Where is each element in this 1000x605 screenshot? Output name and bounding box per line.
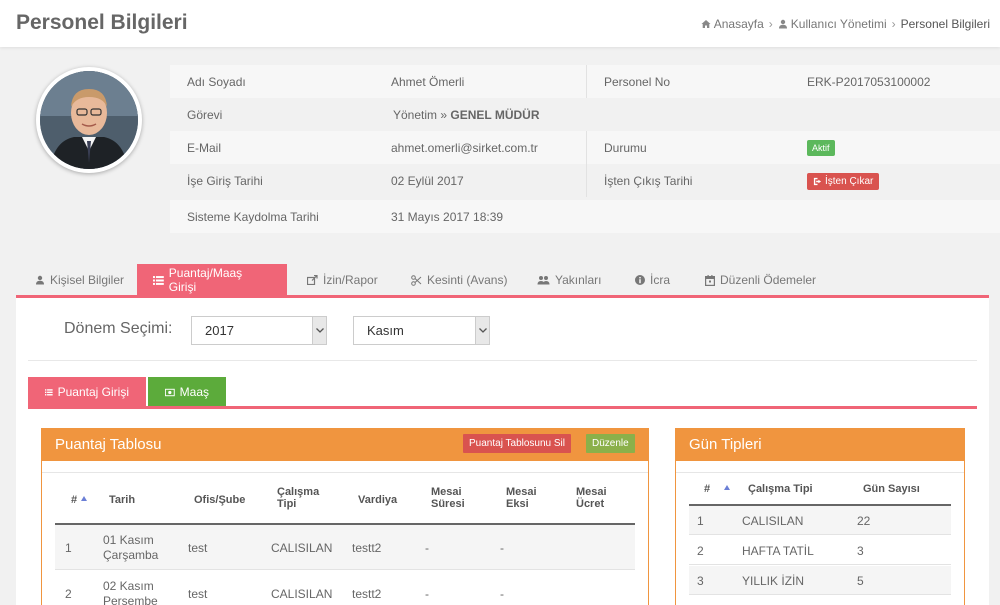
list-icon [153, 276, 164, 285]
tab-icra[interactable]: İcra [635, 264, 670, 296]
puantaj-panel-header: Puantaj Tablosu Puantaj Tablosunu Sil Dü… [42, 429, 648, 461]
personel-no-label: Personel No [604, 75, 671, 89]
kayit-label: Sisteme Kaydolma Tarihi [187, 210, 319, 224]
puantaj-panel: Puantaj Tablosu Puantaj Tablosunu Sil Dü… [41, 428, 649, 605]
info-row-gorev: Görevi Yönetim » GENEL MÜDÜR [170, 98, 1000, 131]
sort-asc-icon [81, 496, 88, 501]
personel-no-value: ERK-P2017053100002 [807, 75, 931, 89]
panel-spacer [42, 461, 648, 473]
tab-yakinlari[interactable]: Yakınları [537, 264, 601, 296]
sign-out-icon [813, 177, 822, 186]
gun-tipleri-panel: Gün Tipleri # Çalışma Tipi Gün Sayısı 1 … [675, 428, 965, 605]
list-icon [45, 389, 53, 396]
col-header-mesai-eksi[interactable]: Mesai Eksi [506, 486, 546, 510]
table-row: 2 02 Kasım Perşembe test CALISILAN testt… [55, 571, 635, 605]
column-divider [586, 65, 587, 98]
tab-kesinti-avans[interactable]: Kesinti (Avans) [411, 264, 507, 296]
info-row-kayit: Sisteme Kaydolma Tarihi 31 Mayıs 2017 18… [170, 200, 1000, 233]
person-photo-icon [40, 71, 138, 169]
gun-tipleri-table: # Çalışma Tipi Gün Sayısı 1 CALISILAN 22… [689, 474, 951, 605]
chevron-down-icon [312, 317, 326, 344]
col-header-index[interactable]: # [71, 494, 88, 506]
subtabs-underline [28, 406, 977, 409]
page-header: Personel Bilgileri Anasayfa › Kullanıcı … [0, 0, 1000, 47]
info-icon [635, 275, 645, 285]
col-header-mesai-ucret[interactable]: Mesai Ücret [576, 486, 616, 510]
user-icon [778, 19, 787, 29]
email-value: ahmet.omerli@sirket.com.tr [391, 141, 538, 155]
breadcrumb-home[interactable]: Anasayfa [701, 17, 764, 31]
gorev-label: Görevi [187, 108, 223, 122]
name-label: Adı Soyadı [187, 75, 246, 89]
table-row: 1 01 Kasım Çarşamba test CALISILAN testt… [55, 525, 635, 570]
tab-puantaj-maas[interactable]: Puantaj/Maaş Girişi [137, 264, 287, 296]
puantaj-table: # Tarih Ofis/Şube Çalışma Tipi Vardiya M… [55, 474, 635, 605]
info-row-name: Adı Soyadı Ahmet Ömerli Personel No ERK-… [170, 65, 1000, 98]
delete-puantaj-button[interactable]: Puantaj Tablosunu Sil [463, 434, 571, 453]
kayit-value: 31 Mayıs 2017 18:39 [391, 210, 504, 224]
isten-cikar-button[interactable]: İşten Çıkar [807, 173, 880, 190]
avatar [36, 67, 142, 173]
year-select[interactable]: 2017 [191, 316, 327, 345]
user-icon [36, 275, 44, 285]
info-row-giris: İşe Giriş Tarihi 02 Eylül 2017 İşten Çık… [170, 164, 1000, 197]
cikis-label: İşten Çıkış Tarihi [604, 174, 693, 188]
breadcrumb-user-management[interactable]: Kullanıcı Yönetimi [778, 17, 887, 31]
col-header-tarih[interactable]: Tarih [109, 494, 135, 506]
tab-izin-rapor[interactable]: İzin/Rapor [307, 264, 378, 296]
col-header-ofis[interactable]: Ofis/Şube [194, 494, 245, 506]
col-header-vardiya[interactable]: Vardiya [358, 494, 397, 506]
breadcrumb-separator: › [891, 17, 896, 31]
gorev-value: Yönetim » GENEL MÜDÜR [393, 108, 540, 122]
col-header-calisma-tipi[interactable]: Çalışma Tipi [277, 486, 327, 510]
email-label: E-Mail [187, 141, 222, 155]
tab-content: Dönem Seçimi: 2017 Kasım Puantaj Girişi … [16, 298, 989, 605]
sort-asc-icon [724, 485, 731, 490]
profile-photo [40, 71, 138, 169]
money-icon [165, 388, 175, 396]
panel-spacer [676, 461, 964, 473]
share-icon [307, 275, 318, 285]
donem-label: Dönem Seçimi: [64, 320, 173, 337]
table-row: 3 YILLIK İZİN 5 [689, 566, 951, 595]
users-icon [537, 276, 550, 285]
home-icon [701, 20, 711, 28]
col-header-gun-sayisi[interactable]: Gün Sayısı [863, 483, 920, 495]
table-row: 1 CALISILAN 22 [689, 506, 951, 535]
durum-value: Aktif [807, 140, 835, 156]
puantaj-title: Puantaj Tablosu [55, 436, 162, 453]
giris-value: 02 Eylül 2017 [391, 174, 464, 188]
giris-label: İşe Giriş Tarihi [187, 174, 263, 188]
table-row: 2 HAFTA TATİL 3 [689, 536, 951, 565]
scissors-icon [411, 274, 422, 286]
breadcrumb-separator: › [768, 17, 773, 31]
breadcrumb-current: Personel Bilgileri [900, 17, 990, 31]
status-badge: Aktif [807, 140, 835, 156]
page-title: Personel Bilgileri [16, 11, 188, 34]
tab-kisisel-bilgiler[interactable]: Kişisel Bilgiler [35, 264, 124, 296]
main-tabs: Kişisel Bilgiler Puantaj/Maaş Girişi İzi… [16, 264, 989, 296]
column-divider [586, 131, 587, 164]
gun-tipleri-title: Gün Tipleri [689, 436, 762, 453]
calendar-icon [705, 274, 715, 286]
chevron-down-icon [475, 317, 489, 344]
tab-duzenli-odemeler[interactable]: Düzenli Ödemeler [705, 264, 816, 296]
edit-button[interactable]: Düzenle [586, 434, 635, 453]
col-header-index[interactable]: # [704, 483, 731, 495]
durum-label: Durumu [604, 141, 647, 155]
col-header-calisma-tipi[interactable]: Çalışma Tipi [748, 483, 813, 495]
divider [28, 360, 977, 361]
column-divider [586, 164, 587, 197]
breadcrumb: Anasayfa › Kullanıcı Yönetimi › Personel… [701, 17, 990, 31]
subtab-puantaj-girisi[interactable]: Puantaj Girişi [28, 377, 146, 407]
info-row-email: E-Mail ahmet.omerli@sirket.com.tr Durumu… [170, 131, 1000, 164]
name-value: Ahmet Ömerli [391, 75, 465, 89]
cikis-value: İşten Çıkar [807, 173, 880, 190]
month-select[interactable]: Kasım [353, 316, 490, 345]
col-header-mesai-suresi[interactable]: Mesai Süresi [431, 486, 471, 510]
gun-tipleri-header: Gün Tipleri [676, 429, 964, 461]
subtab-maas[interactable]: Maaş [148, 377, 226, 407]
